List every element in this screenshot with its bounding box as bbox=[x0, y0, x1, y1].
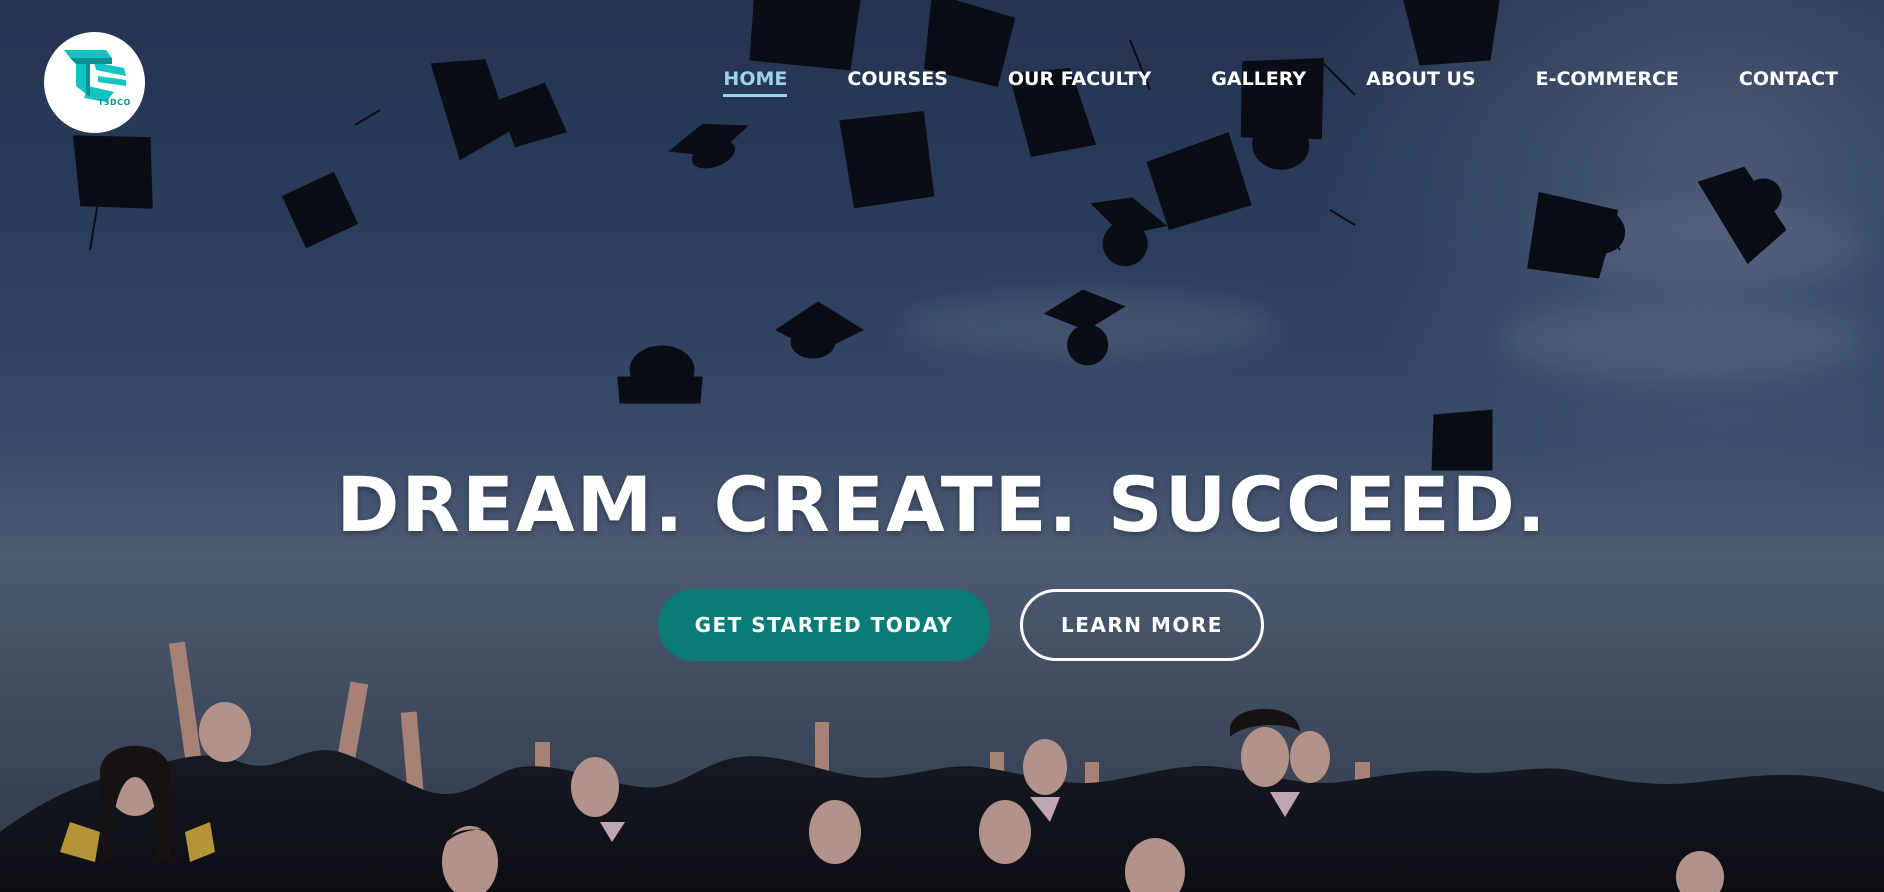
nav-item-e-commerce[interactable]: E-COMMERCE bbox=[1536, 68, 1679, 90]
hero-section: T3DCO HOME COURSES OUR FACULTY GALLERY A… bbox=[0, 0, 1884, 892]
nav-item-our-faculty[interactable]: OUR FACULTY bbox=[1008, 68, 1151, 90]
get-started-button[interactable]: GET STARTED TODAY bbox=[658, 589, 990, 661]
dark-overlay bbox=[0, 0, 1884, 892]
nav-item-gallery[interactable]: GALLERY bbox=[1211, 68, 1306, 90]
nav-item-home[interactable]: HOME bbox=[723, 68, 787, 97]
learn-more-button[interactable]: LEARN MORE bbox=[1020, 589, 1264, 661]
nav-item-about-us[interactable]: ABOUT US bbox=[1366, 68, 1475, 90]
logo-wordmark: T3DCO bbox=[98, 98, 131, 107]
main-navigation: HOME COURSES OUR FACULTY GALLERY ABOUT U… bbox=[663, 68, 1838, 97]
nav-item-courses[interactable]: COURSES bbox=[847, 68, 948, 90]
nav-item-contact[interactable]: CONTACT bbox=[1739, 68, 1838, 90]
hero-headline: DREAM. CREATE. SUCCEED. bbox=[336, 460, 1548, 549]
site-logo[interactable]: T3DCO bbox=[44, 32, 145, 133]
cta-buttons: GET STARTED TODAY LEARN MORE bbox=[0, 589, 1884, 661]
